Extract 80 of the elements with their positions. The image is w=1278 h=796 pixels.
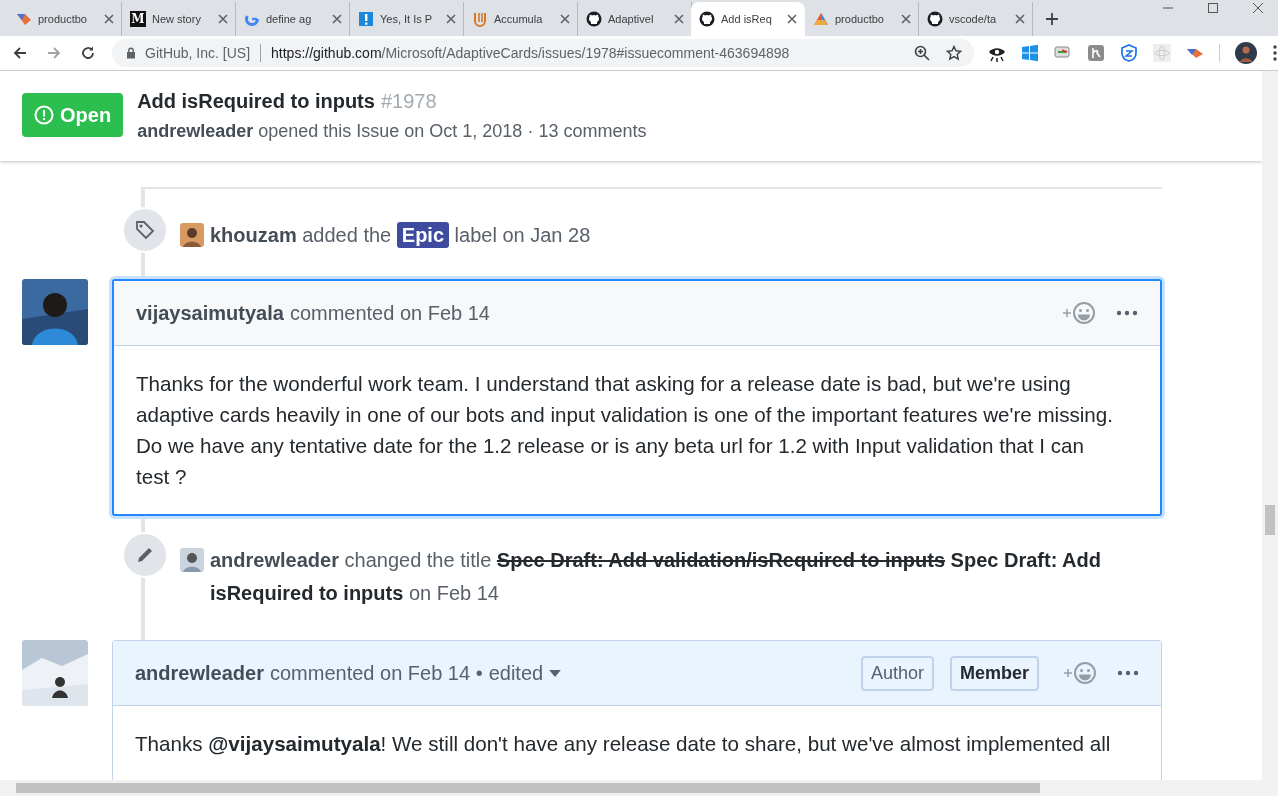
close-icon[interactable] <box>446 14 456 24</box>
user-link[interactable]: vijaysaimutyala <box>136 301 284 325</box>
tab-title: productbo <box>38 13 88 25</box>
edited-dropdown[interactable]: edited <box>488 661 562 685</box>
lock-icon <box>126 47 136 59</box>
browser-tab[interactable]: define ag <box>236 2 350 36</box>
event-text: khouzam added the Epic label on Jan 28 <box>210 221 592 250</box>
issue-number: #1978 <box>380 90 437 112</box>
letter-icon: M <box>130 11 146 27</box>
glyph-tile-icon[interactable] <box>1087 44 1105 62</box>
octocat-icon <box>586 11 602 27</box>
add-reaction-icon[interactable] <box>1063 661 1097 685</box>
tab-title: vscode/ta <box>949 13 998 25</box>
close-icon[interactable] <box>332 14 342 24</box>
issue-state-text: Open <box>60 103 112 127</box>
maximize-icon[interactable] <box>1207 2 1219 14</box>
zoom-icon[interactable] <box>914 45 930 61</box>
browser-tab[interactable]: productbo <box>805 2 919 36</box>
close-icon[interactable] <box>1015 14 1025 24</box>
back-icon[interactable] <box>12 45 28 61</box>
close-icon[interactable] <box>674 14 684 24</box>
tab-title: AdaptiveI <box>608 13 655 25</box>
url-text: https://github.com/Microsoft/AdaptiveCards/issues/1978#issuecomment-463694898 <box>271 45 791 61</box>
stripes-icon <box>472 11 488 27</box>
close-icon[interactable] <box>787 14 797 24</box>
comment-text: Thanks for the wonderful work team. I understand that asking for a release date is bad, but we're using adaptive cards heavily in one of our bots and input validation is one of the important features we're missing. Do we have any tentative date for the 1.2 release or is any beta url for 1.2 with Input validation that I can test ? <box>135 371 1114 490</box>
comment-meta: commented on Feb 14 • <box>269 661 483 685</box>
address-bar[interactable]: GitHub, Inc. [US] https://github.com/Microsoft/AdaptiveCards/issues/1978#issuecomment-463694898 <box>112 39 974 67</box>
comment-text: Thanks @vijaysaimutyala! We still don't have any release date to share, but we've almost implemented all <box>134 731 1112 757</box>
comment-meta: commented on Feb 14 <box>289 301 490 325</box>
role-badge: Member <box>949 655 1039 691</box>
tab-title: Yes, It Is P <box>380 13 434 25</box>
close-icon[interactable] <box>560 14 570 24</box>
close-icon[interactable] <box>901 14 911 24</box>
shield-icon[interactable] <box>1120 44 1138 62</box>
menu-icon[interactable] <box>1272 44 1278 62</box>
close-icon[interactable] <box>1252 2 1264 14</box>
new-tab-icon[interactable] <box>1045 12 1059 26</box>
tab-title: New story <box>152 13 202 25</box>
user-link[interactable]: andrewleader <box>210 549 339 571</box>
profile-avatar[interactable] <box>1235 42 1257 64</box>
more-icon[interactable] <box>1117 670 1139 676</box>
browser-tab[interactable]: M New story <box>122 2 236 36</box>
close-icon[interactable] <box>218 14 228 24</box>
more-icon[interactable] <box>1116 310 1138 316</box>
pencil-icon <box>135 545 155 565</box>
vertical-scrollbar[interactable] <box>1262 71 1278 780</box>
reload-icon[interactable] <box>80 45 96 61</box>
issue-meta: opened this Issue on Oct 1, 2018 · 13 comments <box>258 121 647 141</box>
role-badge: Author <box>860 655 934 691</box>
octocat-icon <box>699 11 715 27</box>
diamond-icon <box>16 11 32 27</box>
browser-tab[interactable]: Accumula <box>464 2 578 36</box>
tab-title: Accumula <box>494 13 544 25</box>
horizontal-scrollbar[interactable] <box>0 780 1278 796</box>
browser-tab[interactable]: vscode/ta <box>919 2 1033 36</box>
tab-title: Add isReq <box>721 13 773 25</box>
octocat-icon <box>927 11 943 27</box>
user-link[interactable]: andrewleader <box>135 661 264 685</box>
star-icon[interactable] <box>946 45 962 61</box>
caret-icon <box>549 669 562 677</box>
forward-icon[interactable] <box>46 45 62 61</box>
user-link[interactable]: khouzam <box>210 224 297 246</box>
tag-icon <box>135 220 155 240</box>
issue-label[interactable]: Epic <box>396 222 450 248</box>
tab-title: productbo <box>835 13 885 25</box>
browser-tab[interactable]: Yes, It Is P <box>350 2 464 36</box>
alert-icon <box>358 11 374 27</box>
add-reaction-icon[interactable] <box>1062 301 1096 325</box>
author-link[interactable]: andrewleader <box>137 121 254 141</box>
issue-title: Add isRequired to inputs <box>137 90 375 112</box>
windows-icon[interactable] <box>1021 44 1039 62</box>
browser-tab[interactable]: productbo <box>8 2 122 36</box>
pyramid-icon <box>813 11 829 27</box>
browser-tab[interactable]: Add isReq <box>691 2 805 36</box>
site-identity: GitHub, Inc. [US] <box>145 45 251 61</box>
event-text: andrewleader changed the title Spec Draft: Add validation/isRequired to inputs Spec Draft: Add isRequired to inputs on Feb 14 <box>210 548 1102 606</box>
issue-open-icon <box>34 105 54 125</box>
close-icon[interactable] <box>104 14 114 24</box>
tab-title: define ag <box>266 13 313 25</box>
